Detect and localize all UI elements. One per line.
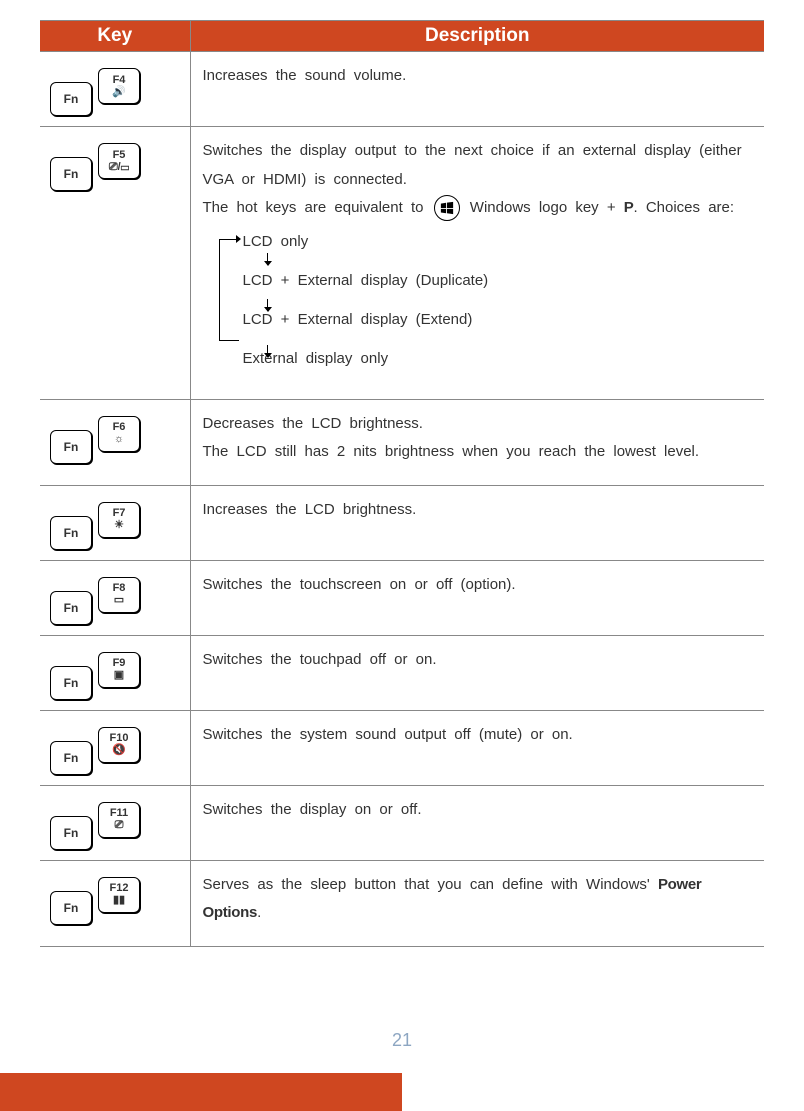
f7-key-icon: F7 ☀	[98, 502, 140, 538]
fn-key-icon: Fn	[50, 157, 92, 191]
desc-text: Switches the display output to the next …	[203, 137, 753, 194]
desc-text: Switches the touchscreen on or off (opti…	[203, 576, 516, 593]
table-row: Fn F9 ▣ Switches the touchpad off or on.	[40, 635, 764, 710]
key-cell: Fn F4 🔊	[40, 52, 190, 127]
f8-key-icon: F8 ▭	[98, 577, 140, 613]
page-number: 21	[0, 1030, 804, 1051]
key-cell: Fn F10 🔇	[40, 710, 190, 785]
fn-key-icon: Fn	[50, 516, 92, 550]
f11-key-icon: F11 ⎚	[98, 802, 140, 838]
mute-icon: 🔇	[112, 745, 126, 756]
desc-text: Serves as the sleep button that you can …	[203, 876, 658, 893]
table-row: Fn F6 ☼ Decreases the LCD brightness. Th…	[40, 399, 764, 485]
touchpad-icon: ▣	[114, 670, 124, 681]
desc-text: Decreases the LCD brightness.	[203, 410, 753, 439]
table-row: Fn F8 ▭ Switches the touchscreen on or o…	[40, 560, 764, 635]
desc-text: The LCD still has 2 nits brightness when…	[203, 438, 753, 467]
fn-key-icon: Fn	[50, 666, 92, 700]
display-mode-flow: LCD only LCD + External display (Duplica…	[219, 231, 753, 369]
brightness-up-icon: ☀	[114, 520, 124, 531]
flow-node: LCD only	[243, 231, 753, 252]
f9-key-icon: F9 ▣	[98, 652, 140, 688]
page: Key Description Fn F4 🔊 Increases t	[0, 0, 804, 1111]
touchscreen-icon: ▭	[114, 595, 124, 606]
header-description: Description	[190, 21, 764, 52]
f5-key-icon: F5 ⎚/▭	[98, 143, 140, 179]
table-row: Fn F7 ☀ Increases the LCD brightness.	[40, 485, 764, 560]
fn-key-icon: Fn	[50, 82, 92, 116]
flow-node: LCD + External display (Duplicate)	[243, 270, 753, 291]
hotkey-table: Key Description Fn F4 🔊 Increases t	[40, 20, 764, 947]
fn-key-icon: Fn	[50, 891, 92, 925]
description-cell: Increases the LCD brightness.	[190, 485, 764, 560]
description-cell: Decreases the LCD brightness. The LCD st…	[190, 399, 764, 485]
table-row: Fn F5 ⎚/▭ Switches the display output to…	[40, 127, 764, 400]
description-cell: Switches the display on or off.	[190, 785, 764, 860]
table-row: Fn F12 ▮▮ Serves as the sleep button tha…	[40, 860, 764, 946]
description-cell: Switches the system sound output off (mu…	[190, 710, 764, 785]
key-cell: Fn F7 ☀	[40, 485, 190, 560]
sleep-icon: ▮▮	[113, 895, 125, 906]
footer-bar	[0, 1073, 402, 1111]
flow-node: LCD + External display (Extend)	[243, 309, 753, 330]
description-cell: Increases the sound volume.	[190, 52, 764, 127]
desc-text: Switches the system sound output off (mu…	[203, 726, 573, 743]
fn-key-icon: Fn	[50, 430, 92, 464]
key-cell: Fn F6 ☼	[40, 399, 190, 485]
key-cell: Fn F9 ▣	[40, 635, 190, 710]
volume-up-icon: 🔊	[112, 87, 126, 98]
f4-key-icon: F4 🔊	[98, 68, 140, 104]
f10-key-icon: F10 🔇	[98, 727, 140, 763]
desc-text: The hot keys are equivalent to Windows l…	[203, 194, 753, 223]
fn-key-icon: Fn	[50, 591, 92, 625]
table-row: Fn F10 🔇 Switches the system sound outpu…	[40, 710, 764, 785]
key-cell: Fn F8 ▭	[40, 560, 190, 635]
brightness-down-icon: ☼	[114, 434, 124, 445]
flow-node: External display only	[243, 348, 753, 369]
description-cell: Switches the display output to the next …	[190, 127, 764, 400]
display-off-icon: ⎚	[115, 820, 124, 831]
f6-key-icon: F6 ☼	[98, 416, 140, 452]
f12-key-icon: F12 ▮▮	[98, 877, 140, 913]
description-cell: Serves as the sleep button that you can …	[190, 860, 764, 946]
desc-text: Switches the display on or off.	[203, 801, 422, 818]
desc-text: Increases the sound volume.	[203, 67, 407, 84]
fn-key-icon: Fn	[50, 741, 92, 775]
key-p: P	[624, 199, 634, 216]
table-row: Fn F11 ⎚ Switches the display on or off.	[40, 785, 764, 860]
table-row: Fn F4 🔊 Increases the sound volume.	[40, 52, 764, 127]
display-switch-icon: ⎚/▭	[109, 162, 129, 173]
key-cell: Fn F11 ⎚	[40, 785, 190, 860]
key-cell: Fn F5 ⎚/▭	[40, 127, 190, 400]
desc-text: Switches the touchpad off or on.	[203, 651, 437, 668]
windows-logo-icon	[434, 195, 460, 221]
header-key: Key	[40, 21, 190, 52]
desc-text: Increases the LCD brightness.	[203, 501, 417, 518]
description-cell: Switches the touchscreen on or off (opti…	[190, 560, 764, 635]
fn-key-icon: Fn	[50, 816, 92, 850]
key-cell: Fn F12 ▮▮	[40, 860, 190, 946]
description-cell: Switches the touchpad off or on.	[190, 635, 764, 710]
